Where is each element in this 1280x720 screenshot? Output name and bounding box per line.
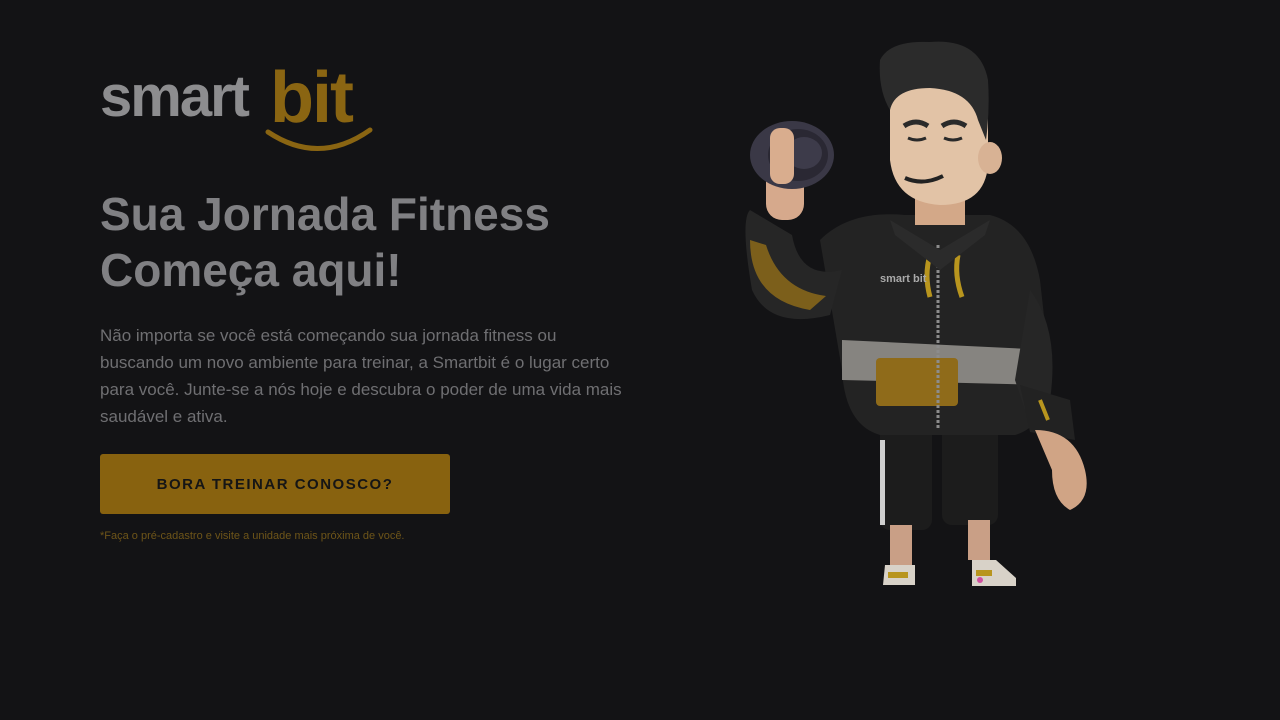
jacket-logo-text: smart bit: [880, 273, 927, 285]
cta-button[interactable]: BORA TREINAR CONOSCO?: [100, 454, 450, 514]
mascot-illustration: smart bit: [745, 41, 1087, 586]
pre-register-note: *Faça o pré-cadastro e visite a unidade …: [100, 530, 405, 542]
hero-title: Sua Jornada Fitness Começa aqui!: [100, 186, 660, 298]
logo-text-smart: smart: [100, 64, 250, 129]
logo-smile-icon: [265, 127, 373, 151]
hero-title-line2: Começa aqui!: [100, 244, 402, 296]
next-section-heading-partial: [0, 700, 1280, 720]
hero-description: Não importa se você está começando sua j…: [100, 326, 622, 426]
landing-page: smart bit Sua Jornada Fitness Começa aqu…: [0, 0, 1280, 720]
smartbit-logo[interactable]: smart bit: [100, 62, 380, 162]
logo-text-bit: bit: [270, 58, 354, 138]
hero-title-line1: Sua Jornada Fitness: [100, 188, 550, 240]
